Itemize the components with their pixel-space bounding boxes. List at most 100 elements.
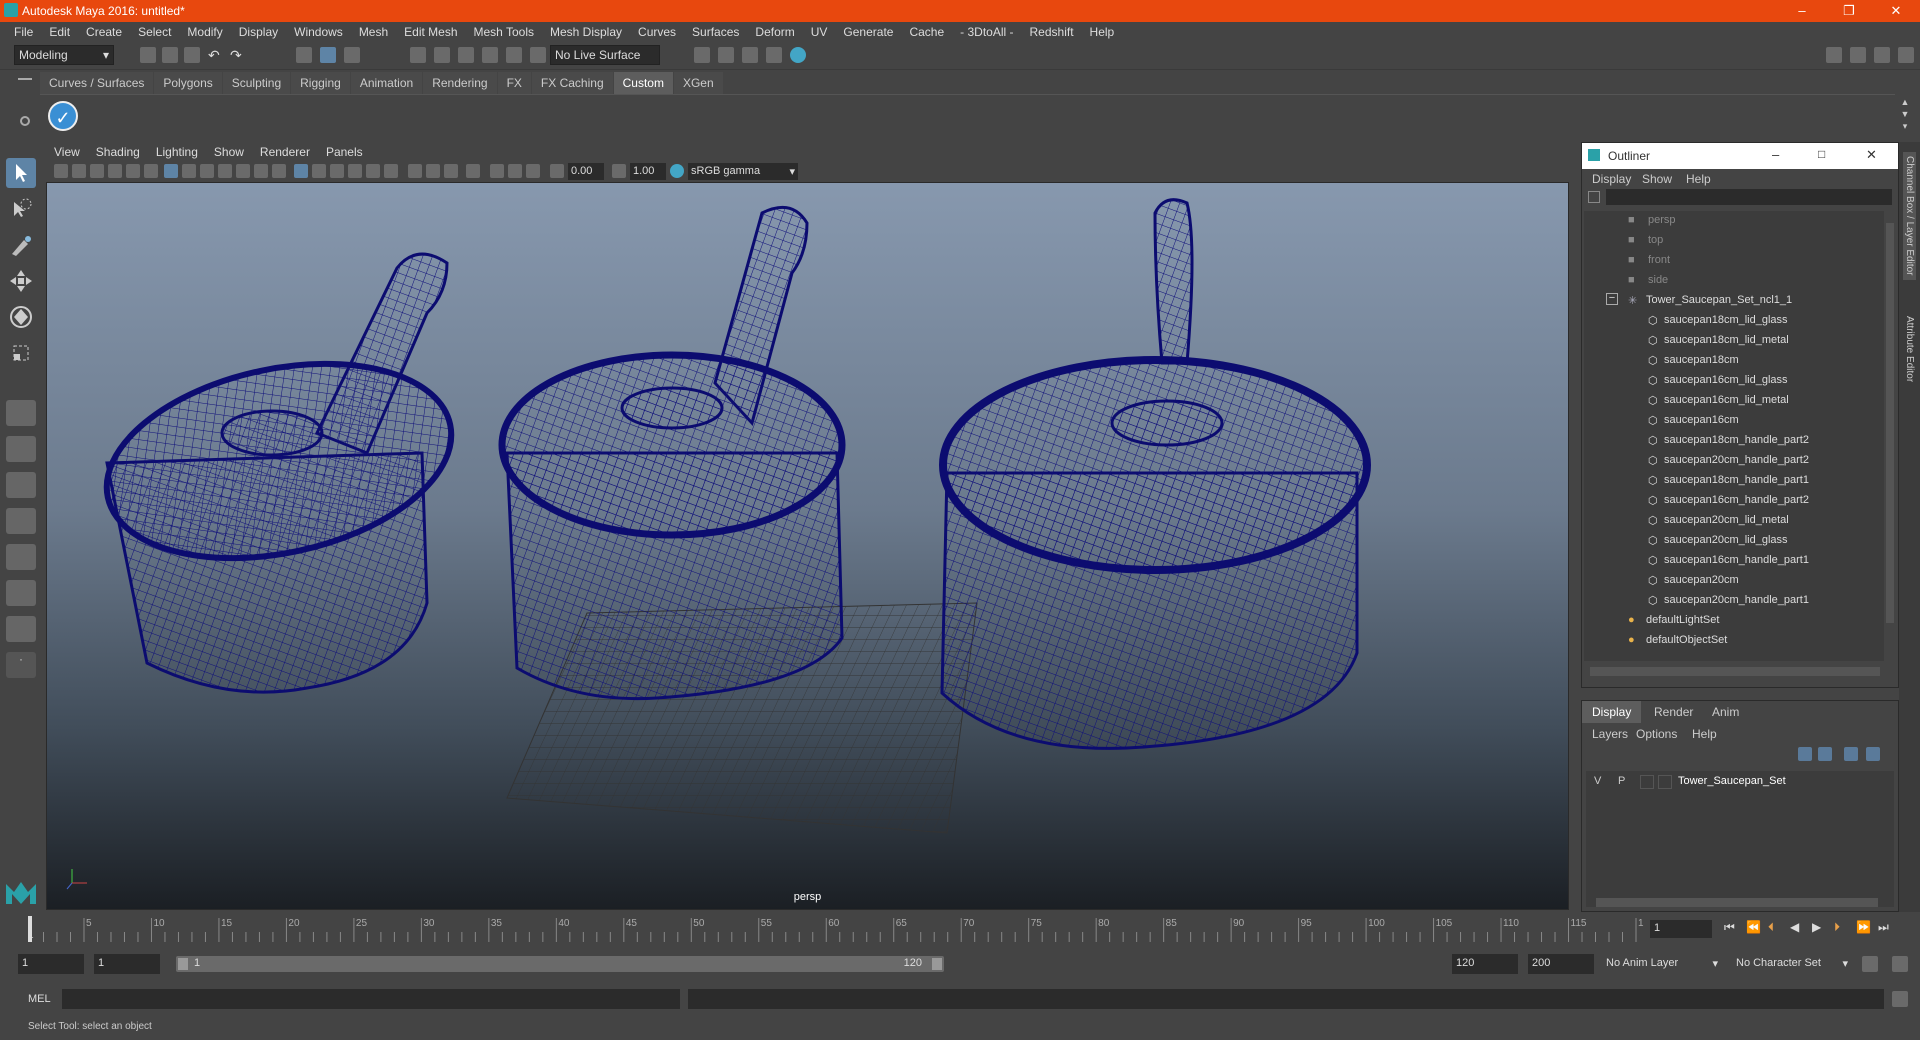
- time-slider[interactable]: 5 10 15 20 25 30 35 40 45 50 55 60 65 70 75 80 85 90 95 100…: [24, 912, 1655, 946]
- open-scene-icon[interactable]: [162, 47, 178, 63]
- animation-preferences-icon[interactable]: [1892, 956, 1908, 972]
- scene-end-field[interactable]: 200: [1528, 954, 1594, 974]
- snap-grid-icon[interactable]: [410, 47, 426, 63]
- outliner-search-input[interactable]: [1606, 189, 1892, 205]
- menu-display[interactable]: Display: [231, 22, 286, 42]
- step-back-key-icon[interactable]: ⏪: [1746, 920, 1761, 934]
- viewport-menu-panels[interactable]: Panels: [318, 143, 371, 162]
- outliner-filter-icon[interactable]: [1588, 191, 1600, 203]
- tab-polygons[interactable]: Polygons: [154, 72, 222, 94]
- select-component-icon[interactable]: [344, 47, 360, 63]
- range-slider[interactable]: 1 120: [176, 956, 944, 972]
- layer-menu-help[interactable]: Help: [1692, 727, 1717, 741]
- camera-select-icon[interactable]: [54, 164, 68, 178]
- menu-select[interactable]: Select: [130, 22, 179, 42]
- channel-box-icon[interactable]: [1898, 47, 1914, 63]
- tab-attribute-editor[interactable]: Attribute Editor: [1903, 312, 1916, 386]
- step-back-frame-icon[interactable]: ⏴: [1768, 920, 1774, 935]
- anim-layer-dropdown[interactable]: No Anim Layer ▾: [1602, 954, 1722, 974]
- new-layer-icon[interactable]: [1844, 747, 1858, 761]
- tab-rigging[interactable]: Rigging: [291, 72, 350, 94]
- redo-icon[interactable]: ↷: [230, 47, 246, 63]
- current-frame-field[interactable]: 1: [1650, 920, 1712, 938]
- wireframe-icon[interactable]: [294, 164, 308, 178]
- new-scene-icon[interactable]: [140, 47, 156, 63]
- playback-end-field[interactable]: 120: [1452, 954, 1518, 974]
- select-object-icon[interactable]: [320, 47, 336, 63]
- viewport-persp[interactable]: persp: [46, 182, 1569, 910]
- command-input[interactable]: [62, 989, 680, 1009]
- viewport-menu-renderer[interactable]: Renderer: [252, 143, 318, 162]
- menu-3dtoall[interactable]: - 3DtoAll -: [952, 22, 1021, 42]
- color-management-icon[interactable]: [670, 164, 684, 178]
- menu-uv[interactable]: UV: [803, 22, 836, 42]
- single-pane-layout-icon[interactable]: [6, 400, 36, 426]
- command-language-label[interactable]: MEL: [28, 993, 51, 1005]
- tab-animation[interactable]: Animation: [350, 72, 423, 94]
- two-pane-layout-icon[interactable]: [6, 472, 36, 498]
- live-surface-field[interactable]: No Live Surface: [550, 45, 660, 65]
- shelf-scroll-icon[interactable]: ▲ ▼ ▾: [1898, 96, 1912, 134]
- shelf-settings-icon[interactable]: [20, 116, 30, 126]
- menu-deform[interactable]: Deform: [747, 22, 802, 42]
- outliner-persp-layout-icon[interactable]: [6, 508, 36, 534]
- more-layouts-icon[interactable]: ·: [6, 652, 36, 678]
- layer-color-swatch[interactable]: [1658, 775, 1672, 789]
- layer-row[interactable]: V P Tower_Saucepan_Set: [1586, 773, 1894, 791]
- rotate-tool-icon[interactable]: [6, 302, 36, 332]
- layer-tab-anim[interactable]: Anim: [1702, 701, 1749, 723]
- graph-persp-layout-icon[interactable]: [6, 544, 36, 570]
- collapse-icon[interactable]: −: [1606, 293, 1618, 305]
- film-gate-icon[interactable]: [182, 164, 196, 178]
- render-settings-icon[interactable]: [694, 47, 710, 63]
- snap-curve-icon[interactable]: [434, 47, 450, 63]
- playback-start-field[interactable]: 1: [94, 954, 160, 974]
- xray-components-icon[interactable]: [526, 164, 540, 178]
- undo-icon[interactable]: ↶: [208, 47, 224, 63]
- tab-custom[interactable]: Custom: [613, 72, 673, 94]
- snap-view-icon[interactable]: [482, 47, 498, 63]
- menu-edit-mesh[interactable]: Edit Mesh: [396, 22, 465, 42]
- tab-sculpting[interactable]: Sculpting: [222, 72, 291, 94]
- outliner-maximize-button[interactable]: □: [1818, 147, 1825, 161]
- viewport-menu-show[interactable]: Show: [206, 143, 252, 162]
- saucepan-20cm[interactable]: [939, 198, 1371, 750]
- wireframe-on-shaded-icon[interactable]: [330, 164, 344, 178]
- lasso-tool-icon[interactable]: [6, 194, 36, 224]
- menu-mesh-display[interactable]: Mesh Display: [542, 22, 630, 42]
- xray-joints-icon[interactable]: [508, 164, 522, 178]
- menu-mesh-tools[interactable]: Mesh Tools: [466, 22, 542, 42]
- paint-select-icon[interactable]: [6, 230, 36, 260]
- gate-mask-icon[interactable]: [218, 164, 232, 178]
- camera-attributes-icon[interactable]: [126, 164, 140, 178]
- image-plane-icon[interactable]: [108, 164, 122, 178]
- gamma-field[interactable]: 1.00: [630, 163, 666, 180]
- anti-aliasing-icon[interactable]: [444, 164, 458, 178]
- menu-set-dropdown[interactable]: Modeling ▾: [14, 45, 114, 65]
- select-tool-icon[interactable]: [6, 158, 36, 188]
- snap-surface-icon[interactable]: [506, 47, 522, 63]
- move-layer-down-icon[interactable]: [1818, 747, 1832, 761]
- step-forward-key-icon[interactable]: ⏩: [1856, 920, 1871, 934]
- isolate-select-icon[interactable]: [466, 164, 480, 178]
- tab-fx-caching[interactable]: FX Caching: [531, 72, 613, 94]
- menu-edit[interactable]: Edit: [41, 22, 78, 42]
- play-forwards-icon[interactable]: ▶: [1812, 920, 1821, 934]
- menu-generate[interactable]: Generate: [835, 22, 901, 42]
- render-current-icon[interactable]: [718, 47, 734, 63]
- hypershade-icon[interactable]: [790, 47, 806, 63]
- tab-curves-surfaces[interactable]: Curves / Surfaces: [40, 72, 154, 94]
- attribute-editor-icon[interactable]: [1850, 47, 1866, 63]
- safe-title-icon[interactable]: [272, 164, 286, 178]
- four-pane-layout-icon[interactable]: [6, 436, 36, 462]
- minimize-button[interactable]: –: [1780, 0, 1824, 22]
- field-chart-icon[interactable]: [236, 164, 250, 178]
- ipr-render-icon[interactable]: [742, 47, 758, 63]
- move-layer-up-icon[interactable]: [1798, 747, 1812, 761]
- bookmark-icon[interactable]: [90, 164, 104, 178]
- hypershade-layout-icon[interactable]: [6, 616, 36, 642]
- character-set-dropdown[interactable]: No Character Set ▾: [1732, 954, 1852, 974]
- layer-horizontal-scrollbar[interactable]: [1596, 898, 1878, 907]
- layer-tab-render[interactable]: Render: [1644, 701, 1703, 723]
- menu-modify[interactable]: Modify: [179, 22, 230, 42]
